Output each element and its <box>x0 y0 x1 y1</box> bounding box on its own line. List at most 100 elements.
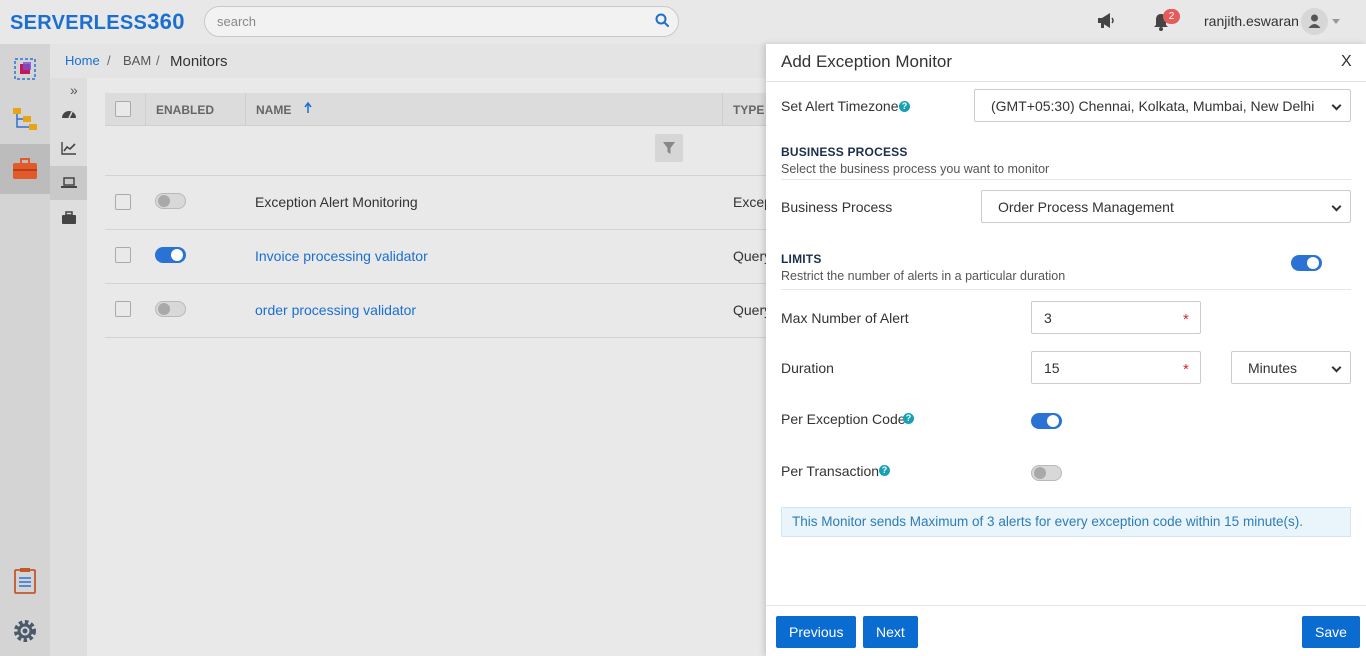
column-name[interactable]: NAME <box>256 103 291 117</box>
table-row[interactable]: Exception Alert Monitoring Excep <box>105 176 772 230</box>
column-type[interactable]: TYPE <box>733 103 764 117</box>
select-all-checkbox[interactable] <box>115 101 131 117</box>
subrail-item-dashboard[interactable] <box>50 96 87 130</box>
duration-input[interactable] <box>1031 351 1201 384</box>
help-icon[interactable]: ? <box>899 101 910 112</box>
breadcrumb-current: Monitors <box>170 53 228 70</box>
previous-button[interactable]: Previous <box>776 616 857 648</box>
timezone-value: (GMT+05:30) Chennai, Kolkata, Mumbai, Ne… <box>991 97 1315 114</box>
column-divider <box>145 93 146 126</box>
required-mark: * <box>1183 311 1189 328</box>
row-name: Exception Alert Monitoring <box>255 194 418 210</box>
limits-heading: LIMITS <box>781 252 822 266</box>
max-alert-input[interactable] <box>1031 301 1201 334</box>
limits-description: Restrict the number of alerts in a parti… <box>781 269 1066 283</box>
table-header: ENABLED NAME TYPE <box>105 93 766 126</box>
close-button[interactable]: X <box>1341 53 1352 71</box>
chevron-down-icon[interactable] <box>1332 19 1340 24</box>
username[interactable]: ranjith.eswaran <box>1204 13 1299 29</box>
column-enabled[interactable]: ENABLED <box>156 103 214 117</box>
laptop-icon <box>60 177 77 188</box>
timezone-label: Set Alert Timezone <box>781 98 899 114</box>
row-checkbox[interactable] <box>115 247 131 263</box>
panel-title: Add Exception Monitor <box>781 52 953 71</box>
subrail-item-analytics[interactable] <box>50 131 87 165</box>
business-process-value: Order Process Management <box>998 198 1174 215</box>
duration-label: Duration <box>781 360 834 376</box>
breadcrumb-bam[interactable]: BAM <box>123 53 151 68</box>
line-chart-icon <box>60 142 76 155</box>
panel-header-divider <box>766 81 1366 82</box>
per-transaction-toggle[interactable] <box>1031 465 1062 481</box>
notification-badge: 2 <box>1163 9 1180 24</box>
breadcrumb-separator: / <box>156 53 160 68</box>
row-name-link[interactable]: order processing validator <box>255 302 416 318</box>
left-rail <box>0 44 50 656</box>
row-checkbox[interactable] <box>115 194 131 210</box>
chevron-down-icon <box>1331 100 1342 111</box>
briefcase-icon <box>13 158 37 179</box>
gear-icon <box>14 620 36 642</box>
filter-icon <box>663 142 675 154</box>
sort-asc-icon[interactable] <box>304 102 312 114</box>
breadcrumb: Home / BAM / Monitors <box>50 44 766 78</box>
add-exception-monitor-panel: Add Exception Monitor X Set Alert Timezo… <box>766 44 1366 656</box>
dashboard-icon <box>61 111 76 119</box>
panel-footer: Previous Next Save <box>766 605 1366 656</box>
logo-number: 360 <box>147 9 185 34</box>
per-transaction-label: Per Transaction <box>781 463 880 479</box>
rail-item-reports[interactable] <box>0 556 50 606</box>
subrail-item-monitors[interactable] <box>50 166 87 200</box>
limits-toggle[interactable] <box>1291 255 1322 271</box>
filter-button[interactable] <box>655 134 683 162</box>
help-icon[interactable]: ? <box>879 465 890 476</box>
rail-item-settings[interactable] <box>0 606 50 656</box>
expand-chevron-icon[interactable]: » <box>70 82 78 98</box>
clipboard-icon <box>14 568 36 594</box>
timezone-select[interactable]: (GMT+05:30) Chennai, Kolkata, Mumbai, Ne… <box>974 89 1351 122</box>
help-icon[interactable]: ? <box>903 413 914 424</box>
business-process-label: Business Process <box>781 199 893 215</box>
business-process-select[interactable]: Order Process Management <box>981 190 1351 223</box>
logo-text: SERVERLESS <box>10 12 148 34</box>
duration-unit-value: Minutes <box>1248 359 1298 376</box>
table-row[interactable]: Invoice processing validator Query <box>105 230 771 284</box>
rail-item-hierarchy[interactable] <box>0 94 50 144</box>
section-divider <box>781 289 1351 290</box>
column-divider <box>245 93 246 126</box>
save-button[interactable]: Save <box>1302 616 1360 648</box>
top-bar: SERVERLESS360 2 ranjith.eswaran <box>0 0 1366 44</box>
breadcrumb-separator: / <box>107 53 111 68</box>
next-button[interactable]: Next <box>863 616 918 648</box>
hierarchy-icon <box>13 108 37 130</box>
rail-item-bam[interactable] <box>0 144 50 194</box>
max-alert-label: Max Number of Alert <box>781 310 909 326</box>
sub-rail <box>50 78 87 656</box>
row-checkbox[interactable] <box>115 301 131 317</box>
avatar[interactable] <box>1301 8 1328 35</box>
search-input[interactable] <box>204 6 679 37</box>
duration-unit-select[interactable]: Minutes <box>1231 351 1351 384</box>
subrail-item-business[interactable] <box>50 201 87 235</box>
business-process-description: Select the business process you want to … <box>781 162 1050 176</box>
search-icon[interactable] <box>655 13 669 27</box>
app-logo[interactable]: SERVERLESS360 <box>10 9 185 35</box>
rail-item-apps[interactable] <box>0 44 50 94</box>
breadcrumb-home[interactable]: Home <box>65 53 100 68</box>
info-message: This Monitor sends Maximum of 3 alerts f… <box>781 507 1351 537</box>
per-exception-code-toggle[interactable] <box>1031 413 1062 429</box>
row-enabled-toggle[interactable] <box>155 247 186 263</box>
required-mark: * <box>1183 361 1189 378</box>
row-enabled-toggle[interactable] <box>155 301 186 317</box>
chevron-down-icon <box>1331 201 1342 212</box>
row-enabled-toggle[interactable] <box>155 193 186 209</box>
row-name-link[interactable]: Invoice processing validator <box>255 248 428 264</box>
app-grid-icon <box>14 58 36 80</box>
section-divider <box>781 179 1351 180</box>
user-icon <box>1308 14 1321 28</box>
business-process-heading: BUSINESS PROCESS <box>781 145 908 159</box>
briefcase-small-icon <box>61 211 76 224</box>
table-row[interactable]: order processing validator Query <box>105 284 771 338</box>
megaphone-icon[interactable] <box>1096 12 1116 30</box>
per-exception-code-label: Per Exception Code <box>781 411 906 427</box>
